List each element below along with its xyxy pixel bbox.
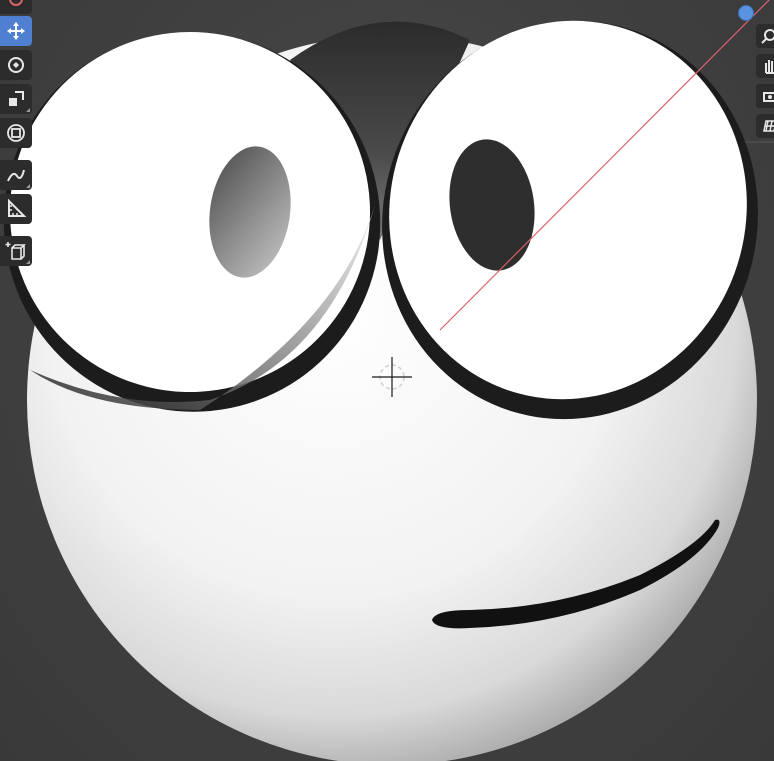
transform-icon	[7, 124, 25, 142]
viewport-scene[interactable]	[0, 0, 774, 761]
navigation-controls	[754, 0, 774, 140]
axis-gizmo-dot[interactable]	[738, 5, 754, 21]
move-tool-button[interactable]	[0, 16, 32, 46]
grid-icon	[763, 120, 774, 132]
add-cube-icon	[5, 242, 26, 260]
measure-tool-button[interactable]	[0, 194, 32, 224]
hand-icon	[765, 60, 774, 74]
camera-button[interactable]	[756, 84, 774, 108]
annotate-pen-icon	[7, 169, 25, 182]
transform-tool-button[interactable]	[0, 118, 32, 148]
3d-viewport[interactable]	[0, 0, 774, 761]
cursor-tool-button[interactable]	[0, 0, 32, 14]
add-cube-tool-button[interactable]	[0, 236, 32, 266]
camera-icon	[763, 92, 774, 102]
move-arrows-icon	[7, 22, 25, 40]
rotate-tool-button[interactable]	[0, 50, 32, 80]
rotate-icon	[8, 57, 24, 73]
zoom-button[interactable]	[756, 24, 774, 48]
pan-button[interactable]	[756, 54, 774, 78]
scale-tool-button[interactable]	[0, 84, 32, 114]
magnifier-icon	[761, 29, 774, 44]
perspective-button[interactable]	[756, 114, 774, 138]
cursor-icon	[9, 0, 23, 6]
tool-bar	[0, 0, 34, 270]
scale-icon	[9, 91, 24, 106]
annotate-tool-button[interactable]	[0, 160, 32, 190]
ruler-icon	[8, 198, 27, 217]
